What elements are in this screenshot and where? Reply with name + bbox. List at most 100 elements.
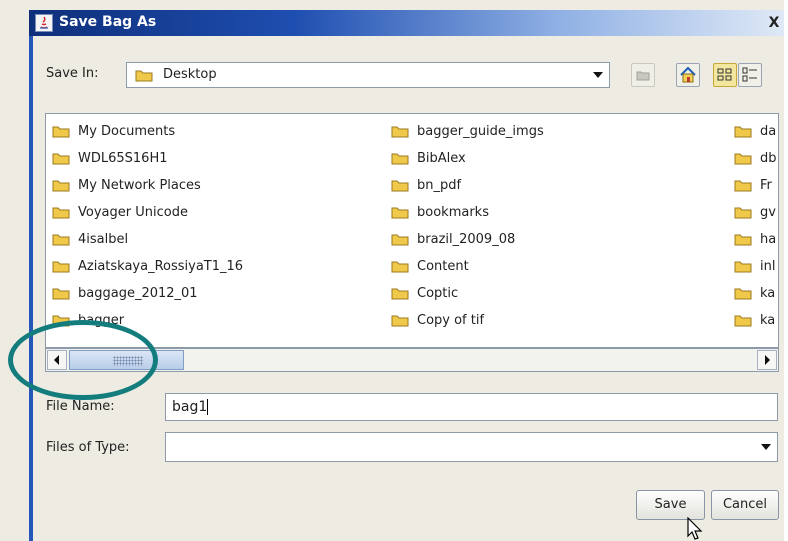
file-name: ha xyxy=(760,232,777,247)
folder-icon xyxy=(734,206,752,219)
details-view-icon xyxy=(742,67,757,82)
list-item[interactable]: db xyxy=(734,145,777,172)
file-column-3: da db Fr gv ha inl ka ka xyxy=(734,118,777,334)
list-item[interactable]: WDL65S16H1 xyxy=(52,145,243,172)
file-name: My Documents xyxy=(78,124,176,139)
folder-icon xyxy=(391,152,409,165)
list-item[interactable]: Fr xyxy=(734,172,777,199)
file-name: bookmarks xyxy=(417,205,489,220)
file-list[interactable]: My Documents WDL65S16H1 My Network Place… xyxy=(45,113,779,348)
list-item[interactable]: Aziatskaya_RossiyaT1_16 xyxy=(52,253,243,280)
file-name: gv xyxy=(760,205,776,220)
file-name: db xyxy=(760,151,777,166)
save-in-combo[interactable]: Desktop xyxy=(126,62,610,88)
list-item[interactable]: ka xyxy=(734,280,777,307)
list-item[interactable]: bn_pdf xyxy=(391,172,544,199)
files-of-type-combo[interactable] xyxy=(165,432,778,462)
list-item[interactable]: BibAlex xyxy=(391,145,544,172)
file-column-2: bagger_guide_imgs BibAlex bn_pdf bookmar… xyxy=(391,118,544,334)
folder-icon xyxy=(734,233,752,246)
mouse-cursor-icon xyxy=(687,517,703,540)
up-folder-icon xyxy=(636,71,650,81)
file-name: 4isalbel xyxy=(78,232,129,247)
list-item[interactable]: da xyxy=(734,118,777,145)
list-item[interactable]: ka xyxy=(734,307,777,334)
file-name-field[interactable]: bag1 xyxy=(165,393,778,421)
list-item[interactable]: Coptic xyxy=(391,280,544,307)
folder-icon xyxy=(391,206,409,219)
file-name: Fr xyxy=(760,178,772,193)
folder-icon xyxy=(52,260,70,273)
chevron-down-icon xyxy=(593,72,603,78)
file-name: baggage_2012_01 xyxy=(78,286,198,301)
save-in-value: Desktop xyxy=(163,67,217,82)
list-item[interactable]: Voyager Unicode xyxy=(52,199,243,226)
list-item[interactable]: bagger_guide_imgs xyxy=(391,118,544,145)
folder-icon xyxy=(391,287,409,300)
text-caret xyxy=(207,399,209,415)
cancel-button[interactable]: Cancel xyxy=(711,490,779,520)
folder-icon xyxy=(734,287,752,300)
list-item[interactable]: inl xyxy=(734,253,777,280)
list-item[interactable]: ha xyxy=(734,226,777,253)
folder-icon xyxy=(391,233,409,246)
folder-icon xyxy=(52,179,70,192)
file-name-label: File Name: xyxy=(46,399,115,414)
list-item[interactable]: My Documents xyxy=(52,118,243,145)
list-item[interactable]: baggage_2012_01 xyxy=(52,280,243,307)
save-dialog: Save Bag As X Save In: Desktop My Docume… xyxy=(0,0,784,541)
folder-icon xyxy=(734,314,752,327)
file-name-value: bag1 xyxy=(172,399,208,415)
list-item[interactable]: bookmarks xyxy=(391,199,544,226)
details-view-button[interactable] xyxy=(738,63,762,87)
list-item[interactable]: My Network Places xyxy=(52,172,243,199)
list-view-button[interactable] xyxy=(713,63,737,87)
file-name: Coptic xyxy=(417,286,459,301)
list-item[interactable]: gv xyxy=(734,199,777,226)
folder-icon xyxy=(391,125,409,138)
file-name: WDL65S16H1 xyxy=(78,151,168,166)
close-button[interactable]: X xyxy=(764,14,784,32)
folder-icon xyxy=(391,260,409,273)
folder-icon xyxy=(52,206,70,219)
list-item[interactable]: brazil_2009_08 xyxy=(391,226,544,253)
highlight-annotation xyxy=(8,320,158,400)
list-view-icon xyxy=(717,68,732,81)
list-item[interactable]: Copy of tif xyxy=(391,307,544,334)
title-bar[interactable]: Save Bag As X xyxy=(29,10,784,36)
list-item[interactable]: 4isalbel xyxy=(52,226,243,253)
folder-icon xyxy=(52,233,70,246)
file-name: ka xyxy=(760,286,776,301)
folder-icon xyxy=(734,125,752,138)
file-name: da xyxy=(760,124,777,139)
chevron-down-icon xyxy=(761,444,771,450)
home-icon xyxy=(680,66,696,83)
file-column-1: My Documents WDL65S16H1 My Network Place… xyxy=(52,118,243,334)
file-name: bagger_guide_imgs xyxy=(417,124,544,139)
save-button[interactable]: Save xyxy=(636,490,705,520)
folder-icon xyxy=(52,287,70,300)
save-in-label: Save In: xyxy=(46,66,99,81)
arrow-right-icon xyxy=(765,355,770,365)
list-item[interactable]: Content xyxy=(391,253,544,280)
window-border xyxy=(29,36,33,541)
folder-icon xyxy=(52,152,70,165)
folder-icon xyxy=(135,69,153,82)
file-name: Copy of tif xyxy=(417,313,485,328)
folder-icon xyxy=(734,260,752,273)
java-app-icon xyxy=(35,14,53,32)
file-name: ka xyxy=(760,313,776,328)
folder-icon xyxy=(52,125,70,138)
folder-icon xyxy=(391,314,409,327)
file-name: BibAlex xyxy=(417,151,466,166)
file-name: Voyager Unicode xyxy=(78,205,188,220)
up-folder-button[interactable] xyxy=(631,63,655,87)
file-name: bn_pdf xyxy=(417,178,462,193)
dialog-title: Save Bag As xyxy=(59,14,157,30)
folder-icon xyxy=(734,152,752,165)
home-button[interactable] xyxy=(676,63,700,87)
file-name: My Network Places xyxy=(78,178,201,193)
file-name: Aziatskaya_RossiyaT1_16 xyxy=(78,259,244,274)
file-name: inl xyxy=(760,259,776,274)
scroll-right-button[interactable] xyxy=(757,350,777,370)
